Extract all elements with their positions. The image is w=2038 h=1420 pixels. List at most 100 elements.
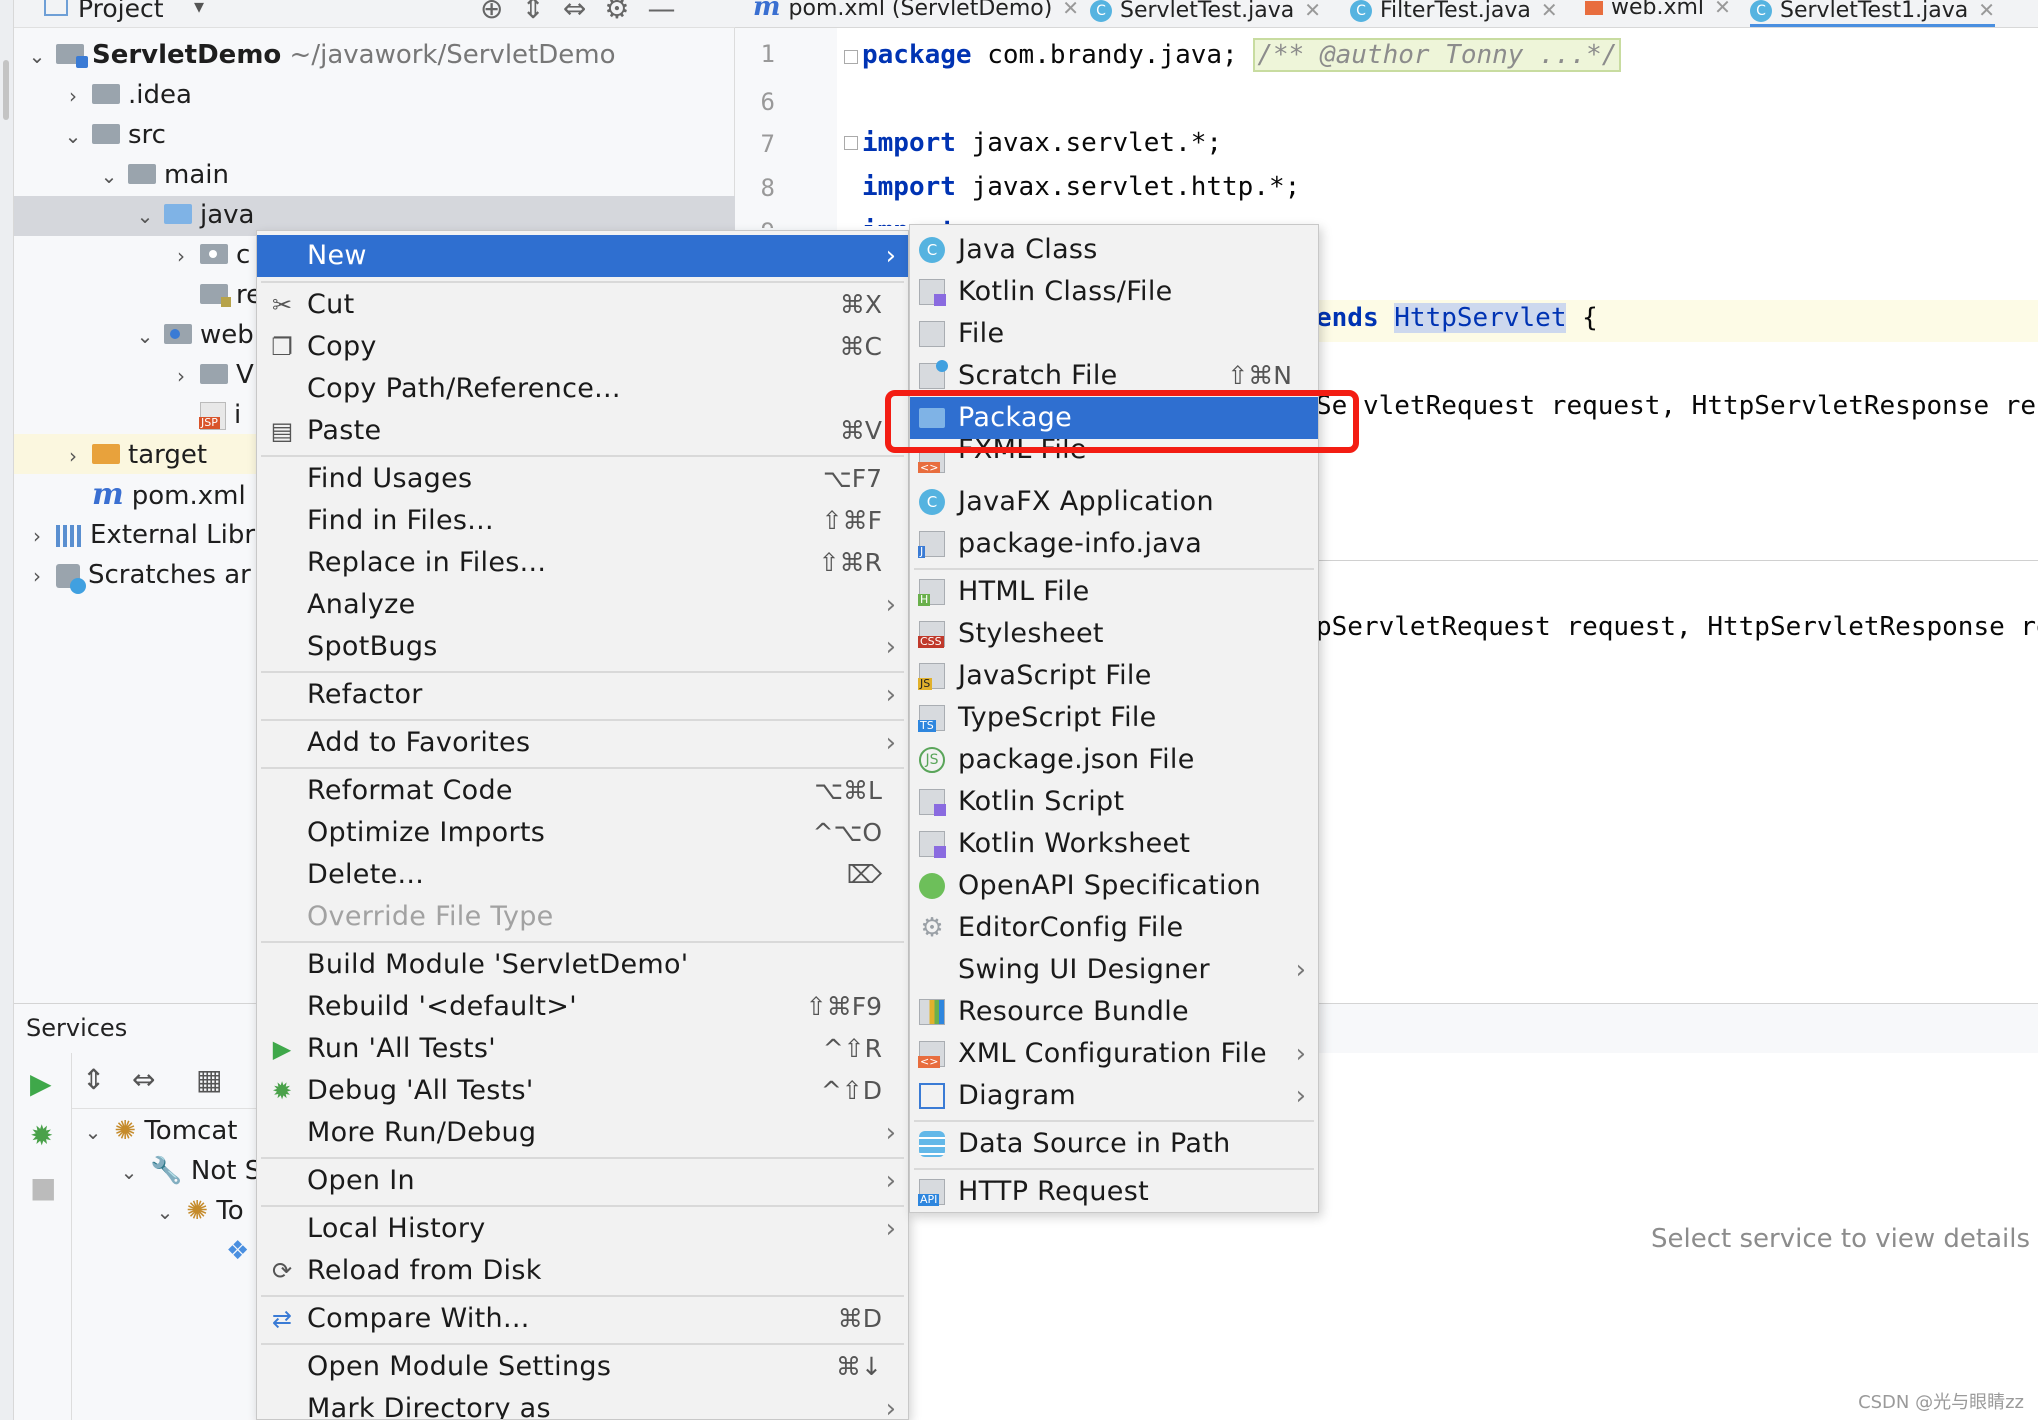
submenu-item-resource-bundle[interactable]: Resource Bundle	[910, 991, 1318, 1033]
submenu-item-data-source-in-path[interactable]: Data Source in Path	[910, 1123, 1318, 1165]
submenu-item-openapi[interactable]: OpenAPI Specification	[910, 865, 1318, 907]
code-line-import2[interactable]: import javax.servlet.http.*;	[862, 172, 1300, 202]
tree-item-package[interactable]: › c	[168, 236, 250, 274]
project-toolbar-icons[interactable]: ⊕⇕⇔⚙—	[480, 0, 693, 25]
chevron-right-icon[interactable]: ›	[60, 437, 86, 475]
menu-item-spotbugs[interactable]: SpotBugs ›	[257, 626, 908, 668]
tab-servlettest[interactable]: C ServletTest.java ✕	[1090, 0, 1321, 27]
project-panel-title[interactable]: Project	[78, 0, 164, 23]
menu-item-optimize-imports[interactable]: Optimize Imports ^⌥O	[257, 812, 908, 854]
tree-item-pom[interactable]: m pom.xml	[86, 476, 246, 514]
menu-item-copy-path[interactable]: Copy Path/Reference...	[257, 368, 908, 410]
submenu-item-javascript-file[interactable]: JS JavaScript File	[910, 655, 1318, 697]
tree-item-index-jsp[interactable]: i	[194, 396, 241, 434]
chevron-down-icon[interactable]: ⌄	[132, 197, 158, 235]
service-item-not-started[interactable]: ⌄ 🔧 Not S	[116, 1152, 262, 1191]
close-icon[interactable]: ✕	[1541, 0, 1558, 22]
submenu-item-html-file[interactable]: H HTML File	[910, 571, 1318, 613]
collapse-all-icon[interactable]: ⇔	[132, 1063, 155, 1096]
close-icon[interactable]: ✕	[1714, 0, 1731, 19]
code-line-package[interactable]: package com.brandy.java; /** @author Ton…	[862, 38, 1622, 72]
submenu-item-diagram[interactable]: Diagram ›	[910, 1075, 1318, 1117]
code-line-method1[interactable]: Se vletRequest request, HttpServletRespo…	[1316, 391, 2038, 421]
fold-icon[interactable]	[844, 50, 858, 64]
chevron-down-icon[interactable]: ⌄	[60, 117, 86, 155]
tree-item-webinf[interactable]: › V	[168, 356, 254, 394]
submenu-item-kotlin-worksheet[interactable]: Kotlin Worksheet	[910, 823, 1318, 865]
close-icon[interactable]: ✕	[1304, 0, 1321, 22]
submenu-item-package-json[interactable]: JS package.json File	[910, 739, 1318, 781]
author-comment[interactable]: /** @author Tonny ...*/	[1253, 38, 1622, 72]
artifact-icon[interactable]: ❖	[226, 1232, 249, 1270]
tab-pom-xml[interactable]: m pom.xml (ServletDemo) ✕	[753, 0, 1079, 27]
submenu-item-java-class[interactable]: C Java Class	[910, 229, 1318, 271]
chevron-right-icon[interactable]: ›	[168, 237, 194, 275]
menu-item-find-in-files[interactable]: Find in Files... ⇧⌘F	[257, 500, 908, 542]
submenu-item-package-info[interactable]: Jpackage-info.java	[910, 523, 1318, 565]
chevron-down-icon[interactable]: ⌄	[132, 317, 158, 355]
tree-item-project-root[interactable]: ⌄ ServletDemo ~/javawork/ServletDemo	[24, 36, 616, 74]
tab-servlettest1[interactable]: C ServletTest1.java ✕	[1750, 0, 1996, 27]
menu-item-run-all-tests[interactable]: ▶ Run 'All Tests' ^⇧R	[257, 1028, 908, 1070]
chevron-down-icon[interactable]: ⌄	[80, 1113, 106, 1151]
submenu-item-kotlin-class[interactable]: Kotlin Class/File	[910, 271, 1318, 313]
chevron-down-icon[interactable]: ⌄	[96, 157, 122, 195]
chevron-right-icon[interactable]: ›	[24, 557, 50, 595]
code-line-class-decl[interactable]: ends HttpServlet {	[1316, 303, 1598, 333]
submenu-item-editorconfig[interactable]: ⚙ EditorConfig File	[910, 907, 1318, 949]
tree-item-target[interactable]: › target	[60, 436, 207, 474]
menu-item-find-usages[interactable]: Find Usages ⌥F7	[257, 458, 908, 500]
expand-all-icon[interactable]: ⇕	[82, 1063, 105, 1096]
scrollbar[interactable]	[3, 60, 9, 120]
code-line-import1[interactable]: import javax.servlet.*;	[862, 128, 1222, 158]
menu-item-cut[interactable]: ✂ Cut ⌘X	[257, 284, 908, 326]
menu-item-mark-directory-as[interactable]: Mark Directory as ›	[257, 1388, 908, 1419]
close-icon[interactable]: ✕	[1062, 0, 1079, 20]
run-icon[interactable]: ▶	[30, 1067, 52, 1100]
menu-item-local-history[interactable]: Local History ›	[257, 1208, 908, 1250]
tab-web-xml[interactable]: web.xml ✕	[1585, 0, 1731, 27]
menu-item-copy[interactable]: ❐ Copy ⌘C	[257, 326, 908, 368]
menu-item-reload-from-disk[interactable]: ⟳ Reload from Disk	[257, 1250, 908, 1292]
menu-item-replace-in-files[interactable]: Replace in Files... ⇧⌘R	[257, 542, 908, 584]
menu-item-analyze[interactable]: Analyze ›	[257, 584, 908, 626]
tree-item-main[interactable]: ⌄ main	[96, 156, 229, 194]
submenu-item-kotlin-script[interactable]: Kotlin Script	[910, 781, 1318, 823]
menu-item-open-in[interactable]: Open In ›	[257, 1160, 908, 1202]
tree-item-scratches[interactable]: › Scratches ar	[24, 556, 251, 594]
service-item-tomcat-config[interactable]: ⌄ ✺ To	[152, 1192, 244, 1230]
debug-icon[interactable]: ✹	[30, 1119, 53, 1152]
menu-item-open-module-settings[interactable]: Open Module Settings ⌘↓	[257, 1346, 908, 1388]
menu-item-compare-with[interactable]: ⇄ Compare With... ⌘D	[257, 1298, 908, 1340]
menu-item-delete[interactable]: Delete... ⌦	[257, 854, 908, 896]
submenu-item-swing-ui-designer[interactable]: Swing UI Designer ›	[910, 949, 1318, 991]
group-icon[interactable]: ▦	[196, 1063, 222, 1096]
tree-item-idea[interactable]: › .idea	[60, 76, 192, 114]
chevron-down-icon[interactable]: ⌄	[116, 1153, 142, 1191]
chevron-down-icon[interactable]: ⌄	[24, 37, 50, 75]
submenu-item-stylesheet[interactable]: CSS Stylesheet	[910, 613, 1318, 655]
tree-item-src[interactable]: ⌄ src	[60, 116, 166, 154]
menu-item-add-to-favorites[interactable]: Add to Favorites ›	[257, 722, 908, 764]
submenu-item-typescript-file[interactable]: TS TypeScript File	[910, 697, 1318, 739]
stop-icon[interactable]: ■	[30, 1171, 56, 1204]
services-title[interactable]: Services	[26, 1014, 127, 1042]
menu-item-reformat-code[interactable]: Reformat Code ⌥⌘L	[257, 770, 908, 812]
chevron-right-icon[interactable]: ›	[60, 77, 86, 115]
tree-item-java[interactable]: ⌄ java	[132, 196, 255, 235]
menu-item-rebuild[interactable]: Rebuild '<default>' ⇧⌘F9	[257, 986, 908, 1028]
submenu-item-http-request[interactable]: API HTTP Request	[910, 1171, 1318, 1213]
chevron-down-icon[interactable]: ▾	[194, 0, 204, 18]
code-line-method2[interactable]: pServletRequest request, HttpServletResp…	[1316, 612, 2038, 642]
close-icon[interactable]: ✕	[1978, 0, 1995, 22]
menu-item-new[interactable]: New ›	[257, 235, 908, 277]
submenu-item-javafx-application[interactable]: C JavaFX Application	[910, 481, 1318, 523]
menu-item-debug-all-tests[interactable]: ✹ Debug 'All Tests' ^⇧D	[257, 1070, 908, 1112]
tab-filtertest[interactable]: C FilterTest.java ✕	[1350, 0, 1558, 27]
submenu-item-file[interactable]: File	[910, 313, 1318, 355]
menu-item-more-run-debug[interactable]: More Run/Debug ›	[257, 1112, 908, 1154]
fold-icon[interactable]	[844, 136, 858, 150]
service-item-tomcat[interactable]: ⌄ ✺ Tomcat	[80, 1112, 238, 1151]
tree-item-external-libraries[interactable]: › External Libr	[24, 516, 255, 554]
tree-item-webapp[interactable]: ⌄ web	[132, 316, 254, 354]
